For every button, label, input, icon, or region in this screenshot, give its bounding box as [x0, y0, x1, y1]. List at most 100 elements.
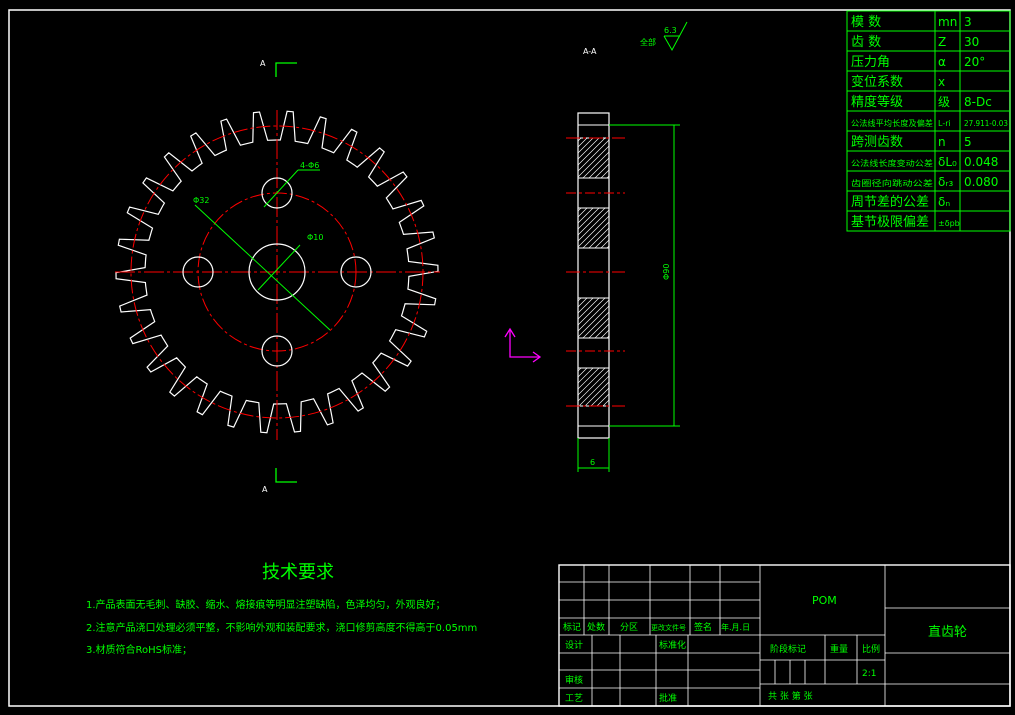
hatch-line	[588, 227, 610, 249]
gear-param-name: 基节极限偏差	[851, 215, 929, 230]
dim-bore-text: Φ10	[307, 233, 323, 242]
gear-param-symbol: L-ri	[938, 119, 951, 128]
hatch-line	[577, 299, 610, 332]
roughness-label: 全部	[640, 37, 656, 47]
gear-param-value: 0.080	[964, 175, 998, 189]
ucs-icon	[504, 327, 542, 363]
gear-param-name: 精度等级	[851, 94, 903, 110]
hatch-line	[577, 137, 600, 160]
tb-h-zone: 分区	[620, 622, 638, 633]
hatch-line	[577, 137, 606, 166]
hatch-line	[584, 381, 610, 407]
gear-param-name: 齿圈径向跳动公差	[851, 178, 933, 188]
tech-item-3: 3.材质符合RoHS标准；	[86, 643, 192, 656]
hatch-line	[577, 215, 610, 248]
tb-stage: 阶段标记	[770, 643, 806, 655]
gear-section-view: A-A Φ90 6	[566, 47, 680, 472]
tb-sheets: 共 张 第 张	[768, 690, 813, 702]
hatch-line	[577, 297, 606, 326]
gear-param-value: 8-Dc	[964, 95, 992, 109]
section-letter-top: A	[260, 59, 266, 68]
gear-param-symbol: n	[938, 135, 946, 149]
hatch-line	[594, 233, 610, 249]
tb-h-date: 年.月.日	[721, 622, 750, 632]
tb-h-mark: 标记	[563, 621, 581, 633]
gear-param-value: 5	[964, 135, 972, 149]
gear-param-name: 变位系数	[851, 74, 903, 90]
leader-pcd	[194, 204, 331, 331]
hatch-line	[588, 317, 610, 339]
hatch-line	[596, 393, 610, 407]
hatch-line	[577, 367, 606, 396]
hatch-line	[588, 157, 610, 179]
gear-param-symbol: α	[938, 55, 946, 69]
section-title: A-A	[583, 47, 597, 56]
hatch-line	[577, 369, 610, 402]
gear-param-name: 公法线长度变动公差	[851, 158, 933, 168]
hatch-line	[578, 375, 610, 407]
hatch-line	[577, 297, 594, 314]
hatch-line	[602, 399, 610, 407]
gear-param-name: 跨测齿数	[851, 135, 903, 150]
gear-param-value: 20°	[964, 55, 985, 69]
gear-param-name: 模 数	[851, 15, 881, 30]
tb-approve: 批准	[659, 692, 677, 704]
hatch-line	[577, 207, 594, 224]
tb-scale: 2:1	[862, 669, 876, 679]
hatch-line	[577, 297, 600, 320]
dim-width-text: 6	[590, 458, 595, 467]
section-arrow-top	[275, 62, 297, 77]
gear-front-view: 4-Φ6 Φ32 Φ10 A A	[115, 59, 440, 494]
hatch-line	[577, 145, 610, 178]
hatch-line	[577, 367, 600, 390]
gear-parameter-table: 模 数 mn 3 齿 数 Z 30 压力角 α 20° 变位系数 x 精度等级 级 8-Dc 公法线平均长度…	[846, 10, 1011, 232]
tb-material: POM	[812, 594, 837, 607]
gear-param-symbol: ±δpb	[938, 219, 960, 228]
gear-param-value: 3	[964, 15, 972, 29]
cad-drawing: 4-Φ6 Φ32 Φ10 A A 6.3 全部 A-A Φ90 6 模 数 mn…	[8, 9, 1011, 707]
hatch-line	[594, 323, 610, 339]
hatch-line	[594, 163, 610, 179]
gear-param-symbol: δL₀	[938, 155, 957, 169]
tb-std: 标准化	[659, 639, 686, 651]
tech-title: 技术要求	[262, 562, 334, 583]
gear-param-name: 周节差的公差	[851, 194, 929, 210]
hatch-line	[577, 305, 610, 338]
gear-param-name: 齿 数	[851, 35, 881, 50]
gear-param-symbol: δᵣ₃	[938, 175, 953, 189]
tb-process: 工艺	[565, 693, 583, 704]
tb-h-qty: 处数	[587, 621, 605, 633]
gear-param-name: 压力角	[851, 55, 890, 70]
gear-param-symbol: δₙ	[938, 195, 950, 209]
tech-item-2: 2.注意产品浇口处理必须平整，不影响外观和装配要求，浇口修剪高度不得高于0.05…	[86, 621, 477, 634]
roughness-symbol: 6.3 全部	[640, 21, 688, 52]
leader-holes	[263, 169, 299, 208]
roughness-value: 6.3	[664, 26, 677, 35]
hatch-line	[577, 137, 594, 154]
tech-item-1: 1.产品表面无毛刺、缺胶、缩水、熔接痕等明显注塑缺陷，色泽均匀，外观良好；	[86, 598, 446, 611]
section-letter-bottom: A	[262, 485, 268, 494]
tb-design: 设计	[565, 639, 583, 651]
hatch-line	[577, 209, 610, 242]
hatch-line	[577, 207, 600, 230]
dim-pcd-text: Φ32	[193, 196, 209, 205]
gear-param-symbol: 级	[938, 95, 950, 109]
hatch-line	[577, 207, 606, 236]
gear-param-value: 27.911-0.03	[964, 119, 1008, 128]
gear-param-symbol: x	[938, 75, 945, 89]
tb-h-sign: 签名	[694, 621, 712, 633]
title-block: POM 直齿轮 标记 处数 分区 更改文件号 签名 年.月.日 设计 标准化 审…	[558, 564, 1011, 707]
gear-param-symbol: Z	[938, 35, 946, 49]
gear-param-symbol: mn	[938, 15, 957, 29]
tb-h-docno: 更改文件号	[651, 623, 686, 632]
tb-part-name: 直齿轮	[928, 625, 967, 640]
tb-scale-label: 比例	[862, 643, 880, 655]
hatch-line	[577, 367, 594, 384]
dim-holes-text: 4-Φ6	[300, 161, 319, 170]
gear-param-value: 30	[964, 35, 979, 49]
hatch-line	[577, 139, 610, 172]
gear-param-name: 公法线平均长度及偏差	[851, 118, 933, 128]
dim-tip-text: Φ90	[662, 264, 671, 280]
technical-requirements: 技术要求 1.产品表面无毛刺、缺胶、缩水、熔接痕等明显注塑缺陷，色泽均匀，外观良…	[86, 562, 477, 656]
tb-review: 审核	[565, 674, 583, 686]
